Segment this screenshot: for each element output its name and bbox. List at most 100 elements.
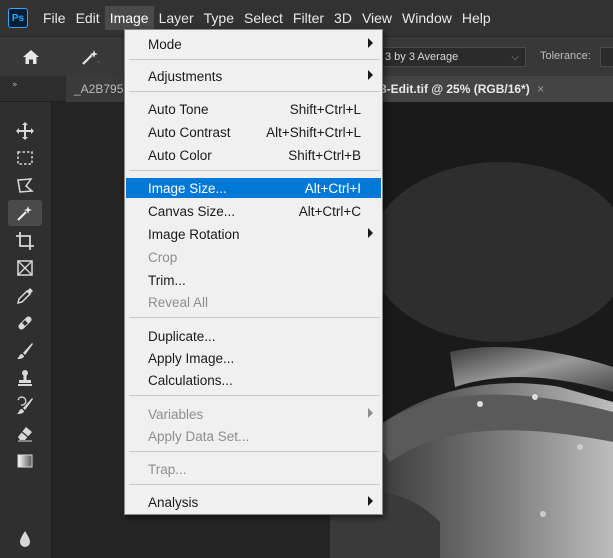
crop-tool[interactable]: [8, 228, 42, 254]
menu-separator: [129, 59, 380, 60]
menu-filter[interactable]: Filter: [288, 6, 329, 30]
menu-item-auto-color-label: Auto Color: [148, 147, 212, 163]
brush-tool[interactable]: [8, 338, 42, 364]
menu-select[interactable]: Select: [239, 6, 288, 30]
submenu-arrow-icon: [368, 496, 373, 506]
menu-separator: [129, 170, 380, 171]
menu-item-auto-contrast-label: Auto Contrast: [148, 124, 231, 140]
menu-item-variables: Variables: [126, 404, 381, 424]
menu-item-trap-label: Trap...: [148, 461, 187, 477]
menu-item-adjustments[interactable]: Adjustments: [126, 66, 381, 86]
menu-item-image-size-label: Image Size...: [148, 180, 227, 196]
close-tab-icon[interactable]: ×: [537, 82, 544, 96]
menu-item-calculations[interactable]: Calculations...: [126, 370, 381, 390]
photoshop-logo[interactable]: Ps: [8, 8, 28, 28]
menu-file[interactable]: File: [38, 6, 71, 30]
eraser-icon: [18, 427, 32, 442]
collapse-panels-icon[interactable]: »: [12, 80, 18, 90]
move-icon: [16, 122, 34, 140]
menu-item-analysis-label: Analysis: [148, 494, 199, 510]
magic-wand-icon: [82, 50, 100, 65]
menu-item-auto-tone-label: Auto Tone: [148, 101, 209, 117]
menu-item-auto-contrast[interactable]: Auto Contrast Alt+Shift+Ctrl+L: [126, 122, 381, 142]
home-icon: [23, 50, 39, 64]
menu-type[interactable]: Type: [199, 6, 239, 30]
menu-item-trim-label: Trim...: [148, 272, 186, 288]
eyedropper-icon: [16, 288, 33, 305]
magic-wand-preset-button[interactable]: [76, 45, 106, 69]
menu-item-reveal-all: Reveal All: [126, 292, 381, 312]
tab-document-left-label: _A2B795: [74, 82, 124, 96]
tools-panel: [0, 102, 52, 558]
menu-item-trim[interactable]: Trim...: [126, 270, 381, 290]
magic-wand-icon: [17, 206, 32, 221]
image-menu-dropdown: Mode Adjustments Auto Tone Shift+Ctrl+L …: [124, 29, 383, 515]
bandage-icon: [18, 316, 32, 330]
marquee-tool[interactable]: [8, 145, 42, 171]
gradient-tool[interactable]: [8, 448, 42, 474]
menu-item-mode-label: Mode: [148, 36, 182, 52]
submenu-arrow-icon: [368, 70, 373, 80]
menu-item-image-rotation-label: Image Rotation: [148, 226, 240, 242]
history-brush-icon: [17, 396, 33, 414]
menu-window[interactable]: Window: [397, 6, 457, 30]
clone-stamp-tool[interactable]: [8, 365, 42, 391]
eyedropper-tool[interactable]: [8, 283, 42, 309]
menu-view[interactable]: View: [357, 6, 397, 30]
menu-3d[interactable]: 3D: [329, 6, 357, 30]
crop-icon: [16, 232, 34, 250]
menu-item-auto-color[interactable]: Auto Color Shift+Ctrl+B: [126, 145, 381, 165]
menu-edit[interactable]: Edit: [71, 6, 105, 30]
menu-item-crop-label: Crop: [148, 249, 178, 265]
frame-icon: [17, 260, 33, 276]
eraser-tool[interactable]: [8, 420, 42, 446]
menu-item-canvas-size[interactable]: Canvas Size... Alt+Ctrl+C: [126, 201, 381, 221]
menu-item-mode[interactable]: Mode: [126, 34, 381, 54]
menu-image[interactable]: Image: [104, 6, 154, 30]
menu-item-image-rotation[interactable]: Image Rotation: [126, 224, 381, 244]
move-tool[interactable]: [8, 118, 42, 144]
home-button[interactable]: [18, 45, 44, 69]
frame-tool[interactable]: [8, 255, 42, 281]
menu-item-canvas-size-label: Canvas Size...: [148, 203, 236, 219]
gradient-icon: [17, 454, 33, 468]
menu-item-reveal-all-label: Reveal All: [148, 294, 209, 310]
menu-item-analysis[interactable]: Analysis: [126, 492, 381, 512]
drop-icon: [20, 531, 30, 547]
menu-item-apply-image-label: Apply Image...: [148, 350, 235, 366]
menu-separator: [129, 451, 380, 452]
submenu-arrow-icon: [368, 228, 373, 238]
sample-size-select[interactable]: 3 by 3 Average ⌵: [378, 47, 526, 67]
tab-document-active-label: 3-Edit.tif @ 25% (RGB/16*): [380, 82, 530, 96]
stamp-icon: [18, 370, 32, 386]
menu-item-auto-color-shortcut: Shift+Ctrl+B: [288, 147, 361, 163]
menu-item-duplicate[interactable]: Duplicate...: [126, 326, 381, 346]
menu-layer[interactable]: Layer: [154, 6, 199, 30]
tolerance-label: Tolerance:: [540, 50, 591, 62]
menu-item-trap: Trap...: [126, 459, 381, 479]
menu-help[interactable]: Help: [457, 6, 496, 30]
menu-item-auto-tone-shortcut: Shift+Ctrl+L: [289, 101, 361, 117]
lasso-tool[interactable]: [8, 173, 42, 199]
healing-brush-tool[interactable]: [8, 310, 42, 336]
polygonal-lasso-icon: [17, 178, 34, 193]
menu-item-image-size-shortcut: Alt+Ctrl+I: [304, 180, 361, 196]
magic-wand-tool[interactable]: [8, 200, 42, 226]
menu-item-adjustments-label: Adjustments: [148, 68, 223, 84]
tab-document-left[interactable]: _A2B795: [66, 76, 126, 102]
tab-document-active[interactable]: 3-Edit.tif @ 25% (RGB/16*) ×: [376, 76, 613, 102]
menu-item-canvas-size-shortcut: Alt+Ctrl+C: [298, 203, 361, 219]
menu-separator: [129, 91, 380, 92]
tolerance-input[interactable]: [600, 47, 613, 67]
menu-item-calculations-label: Calculations...: [148, 372, 233, 388]
paint-bucket-tool[interactable]: [8, 526, 42, 552]
menu-item-auto-contrast-shortcut: Alt+Shift+Ctrl+L: [266, 124, 361, 140]
history-brush-tool[interactable]: [8, 393, 42, 419]
menu-item-apply-image[interactable]: Apply Image...: [126, 348, 381, 368]
menu-item-duplicate-label: Duplicate...: [148, 328, 216, 344]
rectangular-marquee-icon: [17, 151, 33, 165]
menu-item-crop: Crop: [126, 247, 381, 267]
menu-item-image-size[interactable]: Image Size... Alt+Ctrl+I: [126, 178, 381, 198]
menu-item-auto-tone[interactable]: Auto Tone Shift+Ctrl+L: [126, 99, 381, 119]
submenu-arrow-icon: [368, 38, 373, 48]
